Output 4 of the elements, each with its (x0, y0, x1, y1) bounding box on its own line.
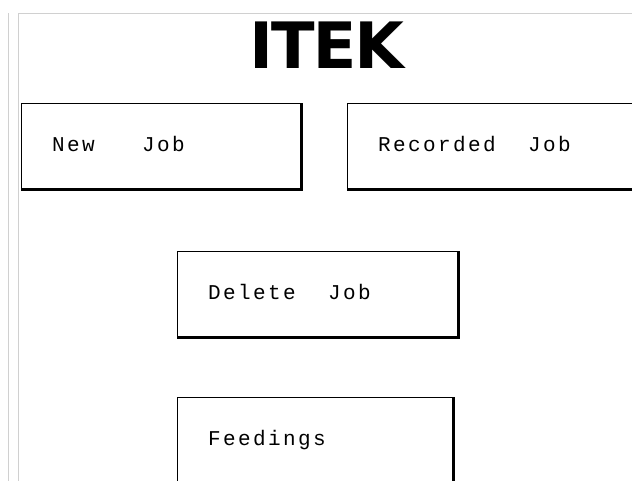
menu-button[interactable]: Delete Job (177, 251, 460, 339)
menu-button[interactable]: New Job (21, 103, 303, 191)
menu-button[interactable]: Feedings (177, 397, 455, 481)
menu-button[interactable]: Recorded Job (347, 103, 632, 191)
